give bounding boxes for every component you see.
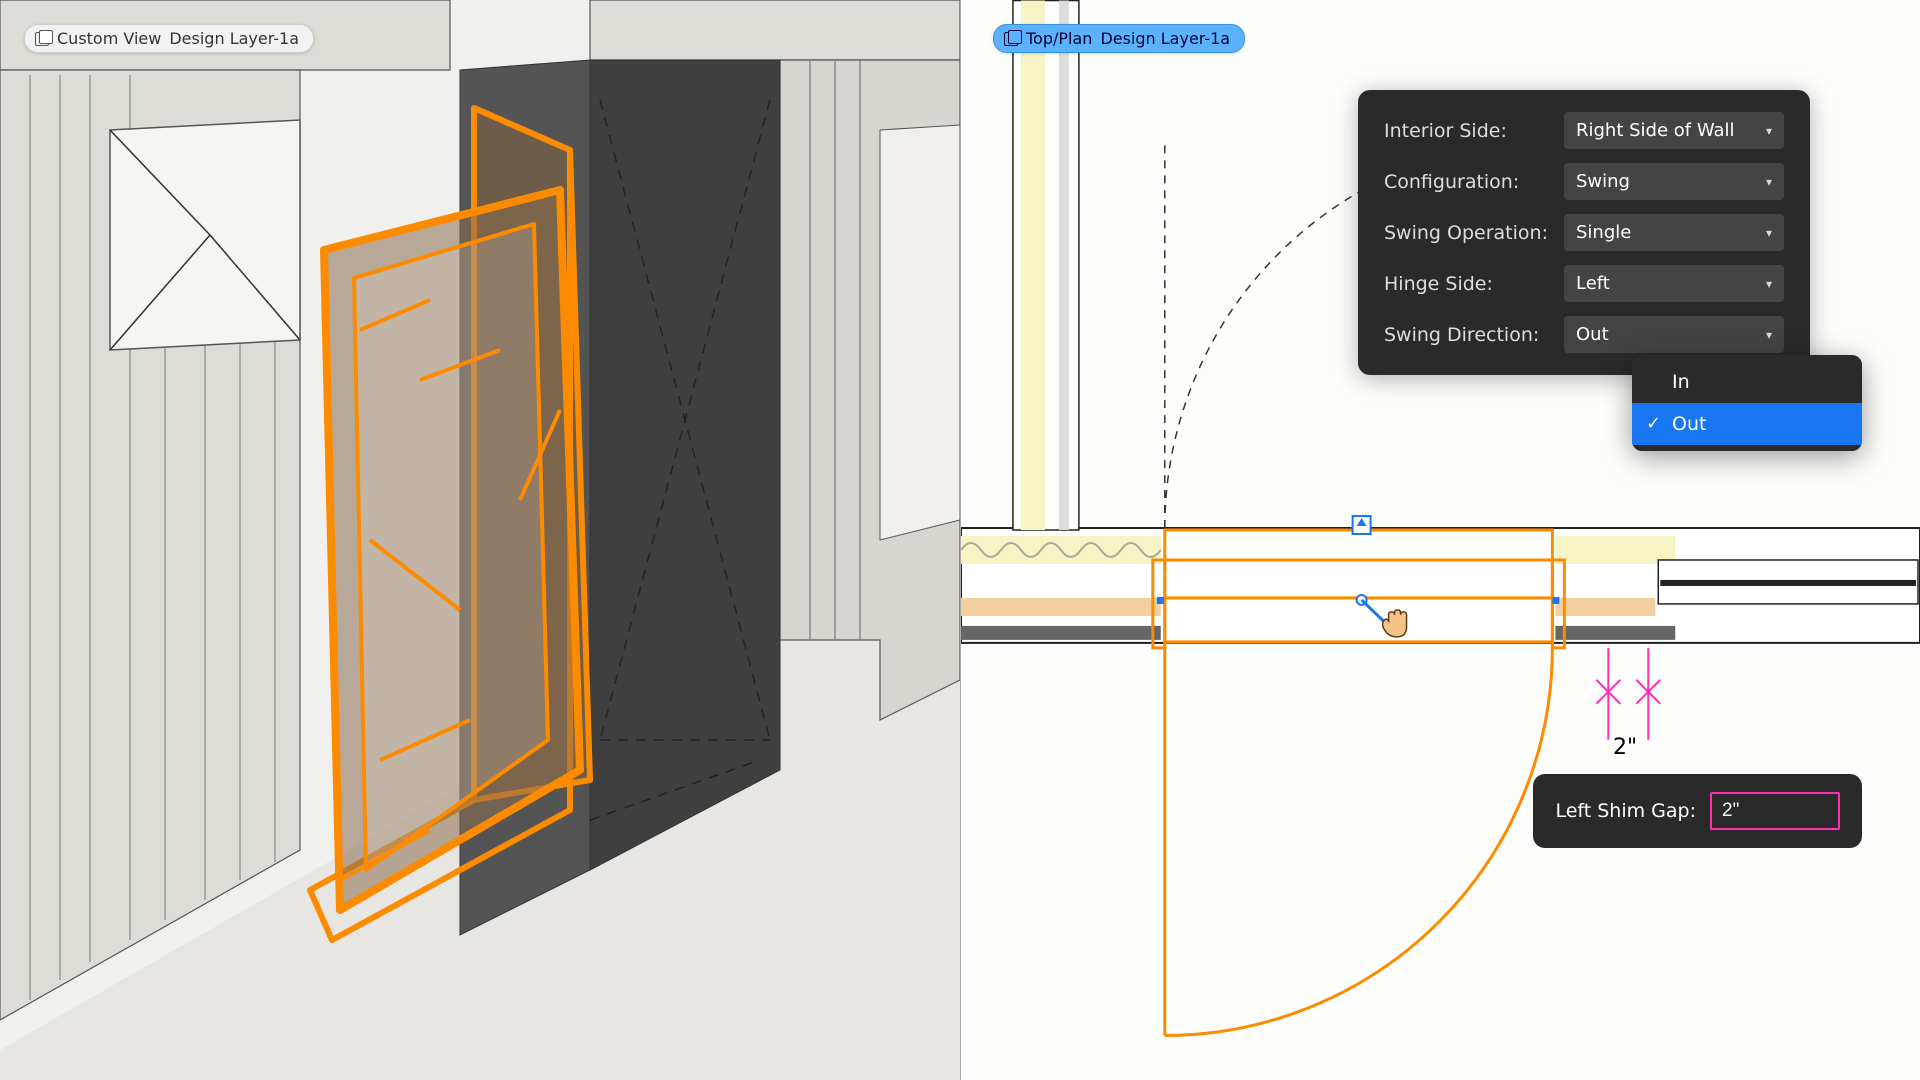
label-hinge-side: Hinge Side: bbox=[1384, 273, 1564, 295]
chevron-down-icon: ▾ bbox=[1766, 175, 1772, 189]
check-icon: ✓ bbox=[1646, 413, 1661, 434]
label-swing-operation: Swing Operation: bbox=[1384, 222, 1564, 244]
layer-name-plan: Design Layer-1a bbox=[1100, 29, 1230, 48]
chevron-down-icon: ▾ bbox=[1766, 226, 1772, 240]
select-swing-direction[interactable]: Out▾ bbox=[1564, 316, 1784, 353]
select-swing-operation[interactable]: Single▾ bbox=[1564, 214, 1784, 251]
dimension-annotation bbox=[1596, 648, 1660, 740]
select-configuration[interactable]: Swing▾ bbox=[1564, 163, 1784, 200]
view-name-plan: Top/Plan bbox=[1026, 29, 1092, 48]
chevron-down-icon: ▾ bbox=[1766, 328, 1772, 342]
viewport-3d[interactable]: Custom View Design Layer-1a bbox=[0, 0, 960, 1080]
drawing-3d bbox=[0, 0, 960, 1080]
view-badge-plan[interactable]: Top/Plan Design Layer-1a bbox=[993, 24, 1245, 53]
dropdown-option-in[interactable]: In bbox=[1632, 361, 1862, 403]
label-configuration: Configuration: bbox=[1384, 171, 1564, 193]
shim-gap-panel: Left Shim Gap: bbox=[1533, 774, 1862, 848]
select-interior-side[interactable]: Right Side of Wall▾ bbox=[1564, 112, 1784, 149]
chevron-down-icon: ▾ bbox=[1766, 277, 1772, 291]
properties-panel: Interior Side: Right Side of Wall▾ Confi… bbox=[1358, 90, 1810, 375]
view-name-3d: Custom View bbox=[57, 29, 161, 48]
dimension-value: 2" bbox=[1613, 735, 1637, 760]
app-canvas: Custom View Design Layer-1a bbox=[0, 0, 1920, 1080]
label-interior-side: Interior Side: bbox=[1384, 120, 1564, 142]
layer-name-3d: Design Layer-1a bbox=[169, 29, 299, 48]
label-swing-direction: Swing Direction: bbox=[1384, 324, 1564, 346]
view-badge-3d[interactable]: Custom View Design Layer-1a bbox=[24, 24, 314, 53]
square-icon bbox=[1004, 32, 1018, 46]
cube-icon bbox=[35, 32, 49, 46]
chevron-down-icon: ▾ bbox=[1766, 124, 1772, 138]
dropdown-swing-direction: In ✓ Out bbox=[1632, 355, 1862, 451]
label-shim-gap: Left Shim Gap: bbox=[1555, 800, 1696, 822]
dropdown-option-out[interactable]: ✓ Out bbox=[1632, 403, 1862, 445]
viewport-plan[interactable]: Top/Plan Design Layer-1a bbox=[960, 0, 1920, 1080]
select-hinge-side[interactable]: Left▾ bbox=[1564, 265, 1784, 302]
input-shim-gap[interactable] bbox=[1710, 792, 1840, 830]
